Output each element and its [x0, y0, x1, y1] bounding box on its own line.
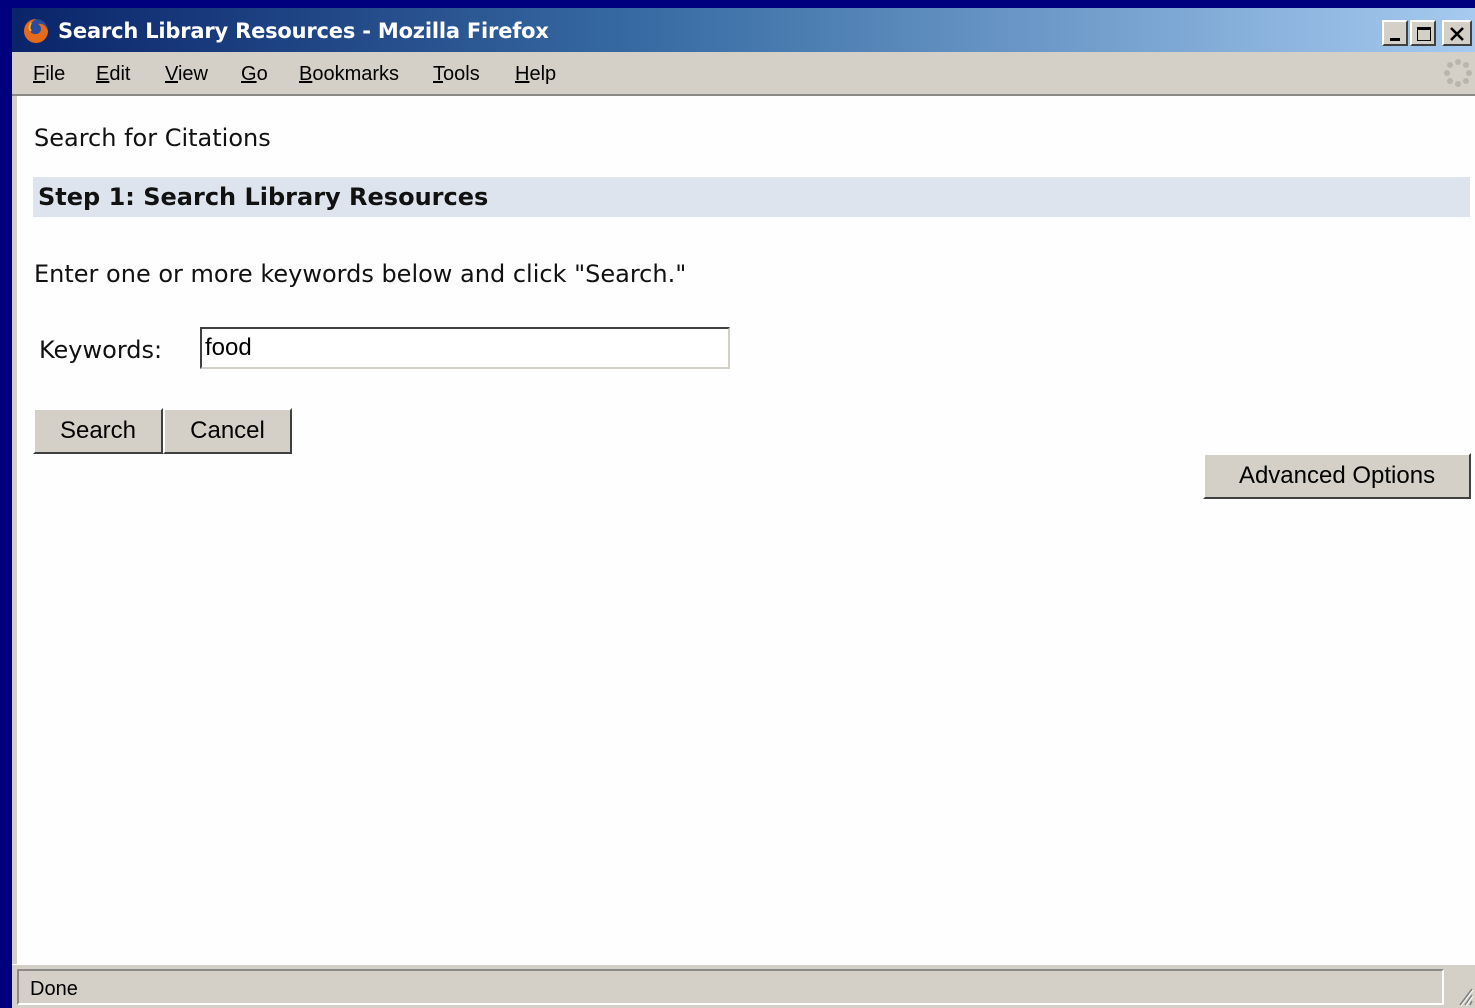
status-bar: Done	[12, 964, 1475, 1008]
status-panel: Done	[17, 969, 1444, 1005]
minimize-icon	[1390, 38, 1400, 41]
step-heading: Step 1: Search Library Resources	[38, 183, 489, 211]
browser-window: Search Library Resources - Mozilla Firef…	[12, 8, 1475, 1008]
page-content: Search for Citations Step 1: Search Libr…	[17, 96, 1475, 964]
menu-bookmarks[interactable]: Bookmarks	[299, 63, 399, 86]
instructions-text: Enter one or more keywords below and cli…	[34, 260, 687, 288]
window-title: Search Library Resources - Mozilla Firef…	[58, 19, 549, 43]
search-button[interactable]: Search	[33, 408, 163, 454]
menu-tools[interactable]: Tools	[433, 63, 480, 86]
keywords-input[interactable]	[200, 327, 730, 369]
minimize-button[interactable]	[1382, 20, 1408, 46]
firefox-icon	[24, 19, 48, 43]
menu-edit[interactable]: Edit	[96, 63, 130, 86]
maximize-button[interactable]	[1410, 20, 1436, 46]
menu-bar: File Edit View Go Bookmarks Tools Help	[12, 52, 1475, 96]
resize-grip-icon[interactable]	[1452, 981, 1474, 1007]
close-button[interactable]	[1442, 20, 1472, 46]
keywords-label: Keywords:	[39, 336, 163, 364]
page-title: Search for Citations	[34, 124, 271, 152]
title-bar[interactable]: Search Library Resources - Mozilla Firef…	[12, 8, 1475, 52]
status-text: Done	[30, 978, 78, 1000]
maximize-icon	[1417, 27, 1431, 41]
menu-go[interactable]: Go	[241, 63, 268, 86]
menu-view[interactable]: View	[165, 63, 208, 86]
cancel-button[interactable]: Cancel	[163, 408, 292, 454]
advanced-options-button[interactable]: Advanced Options	[1203, 453, 1471, 499]
menu-help[interactable]: Help	[515, 63, 556, 86]
close-icon	[1450, 27, 1464, 41]
throbber-icon	[1444, 59, 1472, 87]
menu-file[interactable]: File	[33, 63, 65, 86]
step-header: Step 1: Search Library Resources	[33, 177, 1470, 217]
